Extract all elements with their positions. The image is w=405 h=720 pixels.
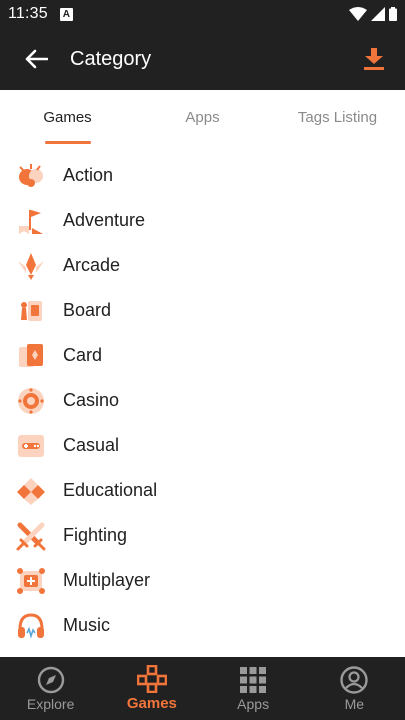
tab-label: Apps xyxy=(185,108,220,126)
profile-icon xyxy=(340,665,369,694)
tab-label: Games xyxy=(43,108,92,126)
category-label: Adventure xyxy=(63,210,146,230)
bottom-navigation: Explore Games Apps Me xyxy=(0,657,405,720)
page-title: Category xyxy=(70,47,152,70)
list-item-educational[interactable]: Educational xyxy=(0,468,405,513)
status-icons xyxy=(349,7,397,21)
arcade-ship-icon xyxy=(16,251,46,281)
list-item-multiplayer[interactable]: Multiplayer xyxy=(0,558,405,603)
board-piece-icon xyxy=(16,296,46,326)
tab-games[interactable]: Games xyxy=(0,90,135,144)
nav-label: Me xyxy=(344,695,365,712)
nav-me[interactable]: Me xyxy=(304,657,405,720)
download-button[interactable] xyxy=(343,28,405,90)
casual-controller-icon xyxy=(16,431,46,461)
tab-indicator xyxy=(44,141,91,144)
category-label: Fighting xyxy=(63,525,128,545)
tab-apps[interactable]: Apps xyxy=(135,90,270,144)
list-item-card[interactable]: Card xyxy=(0,333,405,378)
nav-label: Explore xyxy=(26,695,75,712)
multiplayer-icon xyxy=(16,566,46,596)
category-label: Music xyxy=(63,615,111,635)
battery-icon xyxy=(389,7,397,21)
status-bar: 11:35 A xyxy=(0,0,405,28)
list-item-board[interactable]: Board xyxy=(0,288,405,333)
adventure-flag-icon xyxy=(16,206,46,236)
back-arrow-icon xyxy=(25,49,48,69)
list-item-adventure[interactable]: Adventure xyxy=(0,198,405,243)
category-label: Arcade xyxy=(63,255,121,275)
category-label: Casual xyxy=(63,435,120,455)
nav-apps[interactable]: Apps xyxy=(203,657,304,720)
tab-tags-listing[interactable]: Tags Listing xyxy=(270,90,405,144)
back-button[interactable] xyxy=(0,28,72,90)
signal-icon xyxy=(371,7,385,21)
category-label: Educational xyxy=(63,480,158,500)
nav-label: Games xyxy=(126,695,177,712)
category-label: Casino xyxy=(63,390,120,410)
nav-label: Apps xyxy=(237,695,270,712)
wifi-icon xyxy=(349,7,367,21)
category-tabs: Games Apps Tags Listing xyxy=(0,90,405,144)
category-list: Action Adventure Arcade Board Card Casin… xyxy=(0,153,405,648)
compass-icon xyxy=(37,666,64,693)
casino-chip-icon xyxy=(16,386,46,416)
headphones-icon xyxy=(16,611,46,641)
gamepad-icon xyxy=(136,665,167,693)
list-item-action[interactable]: Action xyxy=(0,153,405,198)
category-label: Card xyxy=(63,345,103,365)
list-item-casino[interactable]: Casino xyxy=(0,378,405,423)
action-icon xyxy=(16,161,46,191)
crossed-swords-icon xyxy=(16,521,46,551)
list-item-music[interactable]: Music xyxy=(0,603,405,648)
nav-explore[interactable]: Explore xyxy=(0,657,101,720)
list-item-arcade[interactable]: Arcade xyxy=(0,243,405,288)
download-icon xyxy=(364,48,384,70)
card-icon xyxy=(16,341,46,371)
nav-games[interactable]: Games xyxy=(101,657,202,720)
list-item-casual[interactable]: Casual xyxy=(0,423,405,468)
notification-a-icon: A xyxy=(59,7,73,21)
tab-label: Tags Listing xyxy=(297,108,378,126)
status-time: 11:35 xyxy=(8,5,48,22)
educational-blocks-icon xyxy=(16,476,46,506)
category-label: Action xyxy=(63,165,114,185)
category-label: Board xyxy=(63,300,112,320)
apps-grid-icon xyxy=(240,666,267,693)
category-label: Multiplayer xyxy=(63,570,151,590)
app-bar: Category xyxy=(0,28,405,90)
list-item-fighting[interactable]: Fighting xyxy=(0,513,405,558)
